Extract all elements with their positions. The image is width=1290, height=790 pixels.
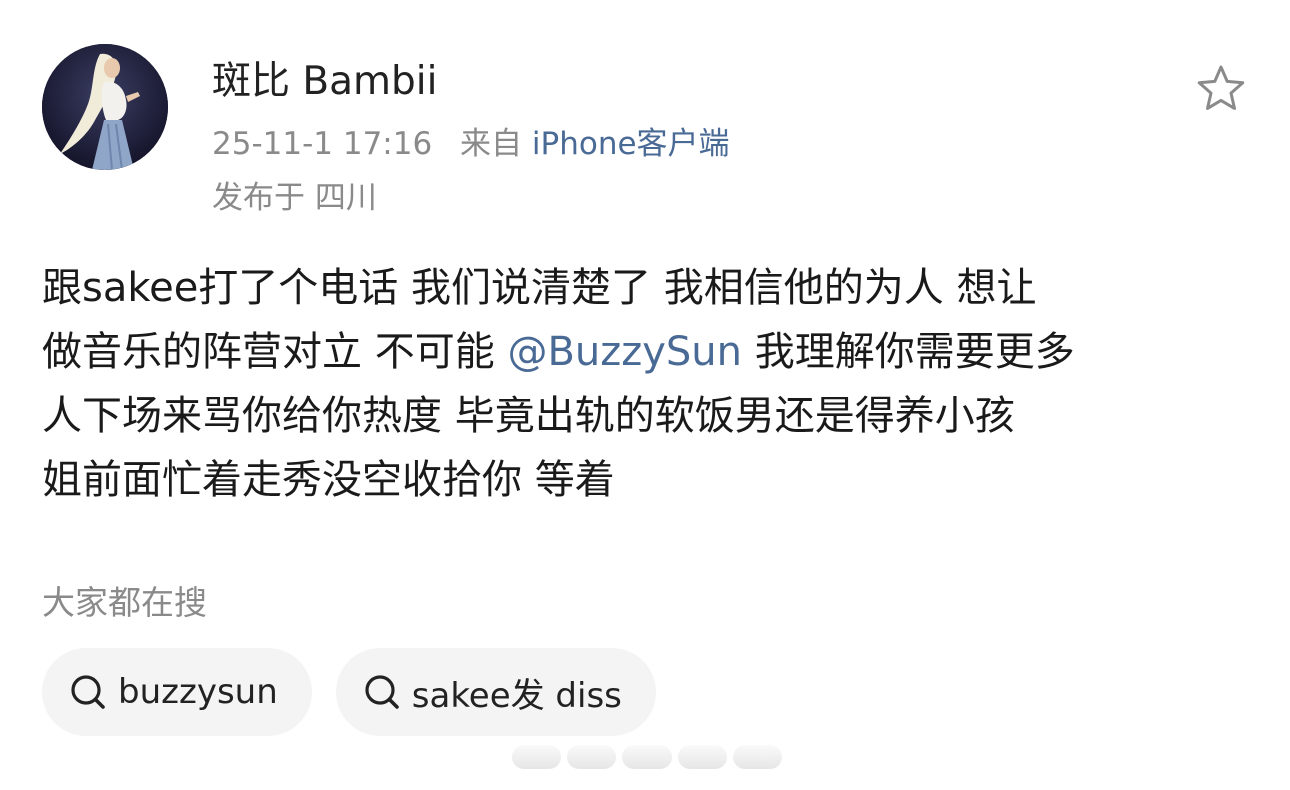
- weibo-post-page: 斑比 Bambii 25-11-1 17:16 来自 iPhone客户端 发布于…: [0, 0, 1290, 790]
- star-icon[interactable]: [1194, 62, 1248, 116]
- post-time: 25-11-1 17:16: [212, 126, 433, 162]
- post-body-line: 跟sakee打了个电话 我们说清楚了 我相信他的为人 想让: [42, 265, 1037, 311]
- scroll-indicator-segment: [622, 745, 672, 769]
- scroll-indicator-segment: [732, 745, 783, 769]
- source-device-link[interactable]: iPhone客户端: [532, 126, 730, 162]
- post-body-line: 姐前面忙着走秀没空收拾你 等着: [42, 457, 615, 503]
- post-meta: 25-11-1 17:16 来自 iPhone客户端: [212, 122, 730, 166]
- source-prefix: 来自: [460, 126, 523, 162]
- username[interactable]: 斑比 Bambii: [212, 56, 437, 108]
- scroll-indicator-segment: [567, 745, 617, 769]
- hot-search-label: sakee发 diss: [411, 675, 622, 716]
- scroll-indicator: [512, 740, 783, 774]
- post-body-line: 人下场来骂你给你热度 毕竟出轨的软饭男还是得养小孩: [42, 393, 1015, 439]
- hot-search-chips: buzzysun sakee发 diss: [42, 648, 656, 736]
- avatar[interactable]: [42, 44, 168, 170]
- post-location: 发布于 四川: [212, 180, 377, 216]
- post-body-text: 做音乐的阵营对立 不可能: [42, 329, 508, 375]
- search-icon: [71, 675, 105, 709]
- search-icon: [365, 675, 399, 709]
- mention-link[interactable]: @BuzzySun: [507, 329, 742, 375]
- hot-search-chip[interactable]: buzzysun: [42, 648, 312, 736]
- post-body: 跟sakee打了个电话 我们说清楚了 我相信他的为人 想让 做音乐的阵营对立 不…: [42, 256, 1257, 512]
- hot-search-chip[interactable]: sakee发 diss: [335, 648, 656, 736]
- post-body-text: 我理解你需要更多: [742, 329, 1075, 375]
- hot-search-label: buzzysun: [118, 672, 278, 712]
- avatar-image: [42, 44, 168, 170]
- scroll-indicator-segment: [512, 745, 562, 769]
- post-body-line: 做音乐的阵营对立 不可能 @BuzzySun 我理解你需要更多: [42, 320, 1257, 384]
- scroll-indicator-segment: [677, 745, 727, 769]
- hot-search-title: 大家都在搜: [42, 583, 207, 622]
